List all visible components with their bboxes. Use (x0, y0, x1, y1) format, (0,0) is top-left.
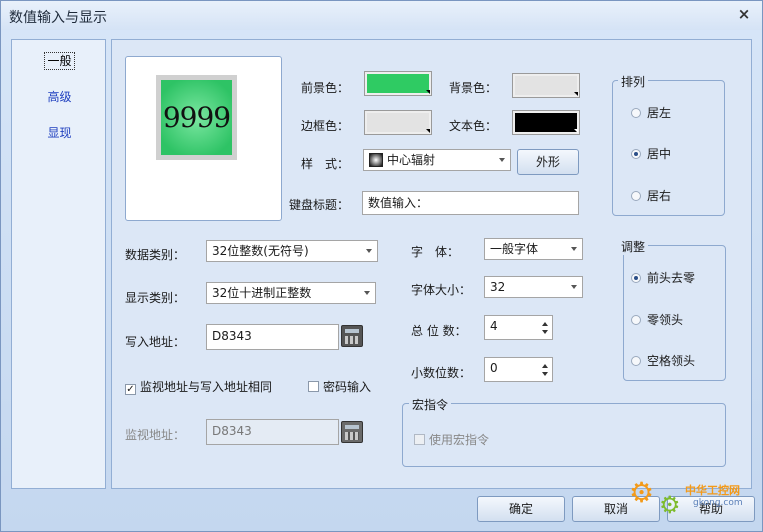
radio-icon (631, 108, 641, 118)
leading-space-option[interactable]: 空格领头 (631, 352, 695, 369)
nav-item-display[interactable]: 显现 (12, 124, 107, 141)
keypad-title-label: 键盘标题： (289, 198, 350, 212)
total-digits-label: 总 位 数： (411, 324, 467, 338)
use-macro-checkbox[interactable]: 使用宏指令 (414, 431, 489, 448)
dialog-window: 数值输入与显示 × 一般 高级 显现 9999 前景色： 背景色： 边框色： 文… (0, 0, 763, 532)
style-select[interactable]: 中心辐射 (363, 149, 511, 171)
watermark-url: gkong.com (693, 498, 743, 508)
close-icon[interactable]: × (736, 6, 752, 22)
total-digits-spinner[interactable]: 4 (484, 315, 553, 340)
align-group-title: 排列 (618, 73, 649, 90)
text-color-swatch (515, 113, 577, 132)
watermark-text: 中华工控网 (685, 484, 740, 497)
leading-zero-option[interactable]: 零领头 (631, 311, 683, 328)
dropdown-corner-icon (426, 129, 430, 133)
write-address-input[interactable]: D8343 (206, 324, 339, 350)
radial-style-icon (369, 153, 383, 167)
chevron-down-icon (499, 158, 505, 162)
checkbox-icon (308, 381, 319, 392)
leading-zero-remove-option[interactable]: 前头去零 (631, 269, 695, 286)
keypad-title-input[interactable]: 数值输入： (362, 191, 579, 215)
radio-icon (631, 191, 641, 201)
checkbox-checked-icon: ✓ (125, 384, 136, 395)
spin-down-icon[interactable] (542, 372, 548, 376)
nav-item-general[interactable]: 一般 (12, 52, 107, 70)
align-right-option[interactable]: 居右 (631, 187, 671, 204)
dropdown-corner-icon (574, 129, 578, 133)
align-center-option[interactable]: 居中 (631, 145, 671, 162)
nav-panel: 一般 高级 显现 (11, 39, 106, 489)
adjust-group-title: 调整 (618, 238, 649, 255)
radio-icon (631, 315, 641, 325)
foreground-color-picker[interactable] (364, 71, 432, 96)
text-color-picker[interactable] (512, 110, 580, 135)
display-type-select[interactable]: 32位十进制正整数 (206, 282, 376, 304)
text-color-label: 文本色： (449, 119, 498, 133)
ok-button[interactable]: 确定 (477, 496, 565, 522)
monitor-address-label: 监视地址： (125, 428, 186, 442)
data-type-label: 数据类别： (125, 248, 186, 262)
chevron-down-icon (364, 291, 370, 295)
nav-item-advanced[interactable]: 高级 (12, 88, 107, 105)
border-color-swatch (367, 113, 429, 132)
decimal-digits-label: 小数位数： (411, 366, 472, 380)
data-type-select[interactable]: 32位整数(无符号) (206, 240, 378, 262)
title-bar[interactable]: 数值输入与显示 × (1, 1, 762, 30)
display-type-label: 显示类别： (125, 291, 186, 305)
radio-selected-icon (631, 273, 641, 283)
password-input-checkbox[interactable]: 密码输入 (308, 378, 371, 395)
preview-tile: 9999 (156, 75, 237, 160)
style-label: 样 式： (301, 157, 350, 171)
calculator-icon[interactable] (341, 421, 363, 443)
window-title: 数值输入与显示 (9, 10, 107, 26)
calculator-icon[interactable] (341, 325, 363, 347)
decimal-digits-spinner[interactable]: 0 (484, 357, 553, 382)
preview-value: 9999 (161, 80, 232, 155)
macro-group-title: 宏指令 (409, 396, 452, 413)
preview-box: 9999 (125, 56, 282, 221)
chevron-down-icon (571, 247, 577, 251)
border-color-picker[interactable] (364, 110, 432, 135)
font-select[interactable]: 一般字体 (484, 238, 583, 260)
checkbox-icon (414, 434, 425, 445)
spin-up-icon[interactable] (542, 322, 548, 326)
chevron-down-icon (366, 249, 372, 253)
foreground-color-label: 前景色： (301, 81, 350, 95)
shape-button[interactable]: 外形 (517, 149, 579, 175)
gear-icon: ⚙ (659, 491, 681, 519)
font-size-select[interactable]: 32 (484, 276, 583, 298)
font-size-label: 字体大小： (411, 283, 472, 297)
spin-down-icon[interactable] (542, 330, 548, 334)
foreground-color-swatch (367, 74, 429, 93)
dropdown-corner-icon (426, 90, 430, 94)
monitor-address-input[interactable]: D8343 (206, 419, 339, 445)
spin-up-icon[interactable] (542, 364, 548, 368)
dropdown-corner-icon (574, 92, 578, 96)
background-color-label: 背景色： (449, 81, 498, 95)
border-color-label: 边框色： (301, 119, 350, 133)
style-value: 中心辐射 (387, 153, 436, 167)
font-label: 字 体： (411, 245, 460, 259)
align-left-option[interactable]: 居左 (631, 104, 671, 121)
radio-icon (631, 356, 641, 366)
radio-selected-icon (631, 149, 641, 159)
background-color-picker[interactable] (512, 73, 580, 98)
chevron-down-icon (571, 285, 577, 289)
write-address-label: 写入地址： (125, 335, 186, 349)
same-address-checkbox[interactable]: ✓ 监视地址与写入地址相同 (125, 378, 272, 395)
gear-icon: ⚙ (629, 476, 655, 509)
background-color-swatch (515, 76, 577, 95)
